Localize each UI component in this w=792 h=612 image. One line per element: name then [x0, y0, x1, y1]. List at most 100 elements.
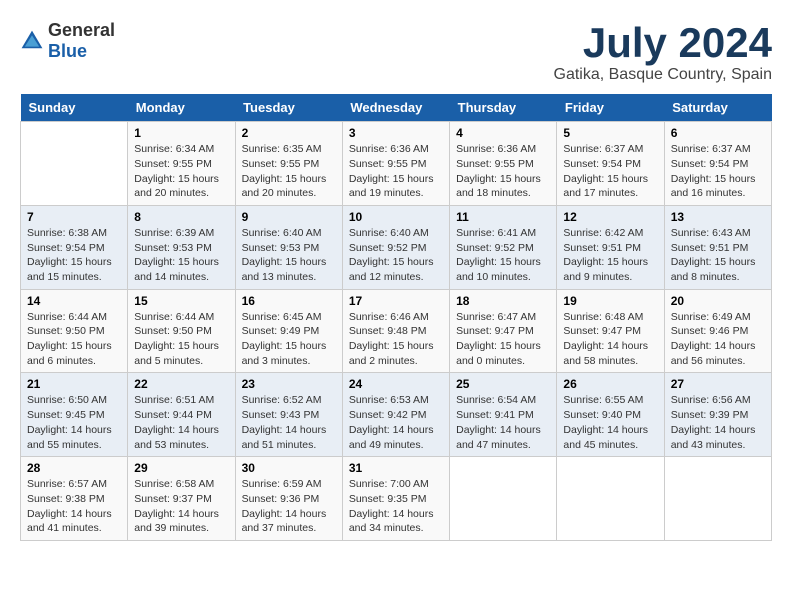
day-number: 19	[563, 294, 657, 308]
calendar-cell	[664, 457, 771, 541]
calendar-cell: 14Sunrise: 6:44 AM Sunset: 9:50 PM Dayli…	[21, 289, 128, 373]
day-number: 28	[27, 461, 121, 475]
day-number: 25	[456, 377, 550, 391]
day-number: 6	[671, 126, 765, 140]
calendar-cell: 31 Sunrise: 7:00 AM Sunset: 9:35 PM Dayli…	[342, 457, 449, 541]
calendar-cell: 12 Sunrise: 6:42 AM Sunset: 9:51 PM Dayli…	[557, 205, 664, 289]
month-title: July 2024	[554, 20, 773, 66]
calendar-table: SundayMondayTuesdayWednesdayThursdayFrid…	[20, 94, 772, 541]
column-header-wednesday: Wednesday	[342, 94, 449, 122]
logo-text: General Blue	[48, 20, 115, 62]
day-info: Sunrise: 6:51 AM Sunset: 9:44 PM Dayligh…	[134, 393, 228, 452]
column-header-thursday: Thursday	[450, 94, 557, 122]
calendar-cell: 24Sunrise: 6:53 AM Sunset: 9:42 PM Dayli…	[342, 373, 449, 457]
calendar-cell	[450, 457, 557, 541]
calendar-cell: 19Sunrise: 6:48 AM Sunset: 9:47 PM Dayli…	[557, 289, 664, 373]
day-info: Sunrise: 6:43 AM Sunset: 9:51 PM Dayligh…	[671, 226, 765, 285]
calendar-cell: 10 Sunrise: 6:40 AM Sunset: 9:52 PM Dayli…	[342, 205, 449, 289]
calendar-body: 1Sunrise: 6:34 AM Sunset: 9:55 PM Daylig…	[21, 122, 772, 541]
column-header-friday: Friday	[557, 94, 664, 122]
day-info: Sunrise: 6:47 AM Sunset: 9:47 PM Dayligh…	[456, 310, 550, 369]
day-number: 27	[671, 377, 765, 391]
calendar-cell: 13 Sunrise: 6:43 AM Sunset: 9:51 PM Dayli…	[664, 205, 771, 289]
day-info: Sunrise: 6:35 AM Sunset: 9:55 PM Dayligh…	[242, 142, 336, 201]
column-header-monday: Monday	[128, 94, 235, 122]
day-number: 1	[134, 126, 228, 140]
calendar-cell: 8 Sunrise: 6:39 AM Sunset: 9:53 PM Daylig…	[128, 205, 235, 289]
logo-icon	[20, 29, 44, 53]
day-info: Sunrise: 6:36 AM Sunset: 9:55 PM Dayligh…	[349, 142, 443, 201]
calendar-header-row: SundayMondayTuesdayWednesdayThursdayFrid…	[21, 94, 772, 122]
week-row-4: 21 Sunrise: 6:50 AM Sunset: 9:45 PM Dayli…	[21, 373, 772, 457]
calendar-cell	[21, 122, 128, 206]
calendar-cell: 26 Sunrise: 6:55 AM Sunset: 9:40 PM Dayli…	[557, 373, 664, 457]
calendar-cell: 2 Sunrise: 6:35 AM Sunset: 9:55 PM Daylig…	[235, 122, 342, 206]
day-info: Sunrise: 6:46 AM Sunset: 9:48 PM Dayligh…	[349, 310, 443, 369]
day-info: Sunrise: 6:37 AM Sunset: 9:54 PM Dayligh…	[563, 142, 657, 201]
day-info: Sunrise: 6:52 AM Sunset: 9:43 PM Dayligh…	[242, 393, 336, 452]
day-info: Sunrise: 6:45 AM Sunset: 9:49 PM Dayligh…	[242, 310, 336, 369]
day-info: Sunrise: 6:50 AM Sunset: 9:45 PM Dayligh…	[27, 393, 121, 452]
week-row-1: 1Sunrise: 6:34 AM Sunset: 9:55 PM Daylig…	[21, 122, 772, 206]
day-info: Sunrise: 6:37 AM Sunset: 9:54 PM Dayligh…	[671, 142, 765, 201]
header: General Blue July 2024 Gatika, Basque Co…	[20, 20, 772, 84]
day-number: 21	[27, 377, 121, 391]
calendar-cell: 15Sunrise: 6:44 AM Sunset: 9:50 PM Dayli…	[128, 289, 235, 373]
day-number: 3	[349, 126, 443, 140]
column-header-saturday: Saturday	[664, 94, 771, 122]
calendar-cell: 22Sunrise: 6:51 AM Sunset: 9:44 PM Dayli…	[128, 373, 235, 457]
day-info: Sunrise: 6:55 AM Sunset: 9:40 PM Dayligh…	[563, 393, 657, 452]
day-info: Sunrise: 6:36 AM Sunset: 9:55 PM Dayligh…	[456, 142, 550, 201]
week-row-3: 14Sunrise: 6:44 AM Sunset: 9:50 PM Dayli…	[21, 289, 772, 373]
calendar-cell: 25 Sunrise: 6:54 AM Sunset: 9:41 PM Dayli…	[450, 373, 557, 457]
day-number: 20	[671, 294, 765, 308]
calendar-cell: 18 Sunrise: 6:47 AM Sunset: 9:47 PM Dayli…	[450, 289, 557, 373]
calendar-cell: 16Sunrise: 6:45 AM Sunset: 9:49 PM Dayli…	[235, 289, 342, 373]
day-number: 5	[563, 126, 657, 140]
day-number: 31	[349, 461, 443, 475]
day-info: Sunrise: 6:54 AM Sunset: 9:41 PM Dayligh…	[456, 393, 550, 452]
calendar-cell: 28Sunrise: 6:57 AM Sunset: 9:38 PM Dayli…	[21, 457, 128, 541]
day-number: 12	[563, 210, 657, 224]
calendar-cell: 6 Sunrise: 6:37 AM Sunset: 9:54 PM Daylig…	[664, 122, 771, 206]
day-info: Sunrise: 6:42 AM Sunset: 9:51 PM Dayligh…	[563, 226, 657, 285]
day-info: Sunrise: 6:49 AM Sunset: 9:46 PM Dayligh…	[671, 310, 765, 369]
day-info: Sunrise: 6:41 AM Sunset: 9:52 PM Dayligh…	[456, 226, 550, 285]
day-number: 23	[242, 377, 336, 391]
week-row-2: 7Sunrise: 6:38 AM Sunset: 9:54 PM Daylig…	[21, 205, 772, 289]
day-number: 30	[242, 461, 336, 475]
day-number: 26	[563, 377, 657, 391]
day-info: Sunrise: 7:00 AM Sunset: 9:35 PM Dayligh…	[349, 477, 443, 536]
day-info: Sunrise: 6:39 AM Sunset: 9:53 PM Dayligh…	[134, 226, 228, 285]
day-number: 24	[349, 377, 443, 391]
day-info: Sunrise: 6:38 AM Sunset: 9:54 PM Dayligh…	[27, 226, 121, 285]
column-header-sunday: Sunday	[21, 94, 128, 122]
calendar-cell: 11 Sunrise: 6:41 AM Sunset: 9:52 PM Dayli…	[450, 205, 557, 289]
calendar-cell: 4 Sunrise: 6:36 AM Sunset: 9:55 PM Daylig…	[450, 122, 557, 206]
calendar-cell: 1Sunrise: 6:34 AM Sunset: 9:55 PM Daylig…	[128, 122, 235, 206]
day-number: 2	[242, 126, 336, 140]
day-number: 9	[242, 210, 336, 224]
location-title: Gatika, Basque Country, Spain	[554, 66, 773, 84]
day-number: 10	[349, 210, 443, 224]
day-info: Sunrise: 6:40 AM Sunset: 9:53 PM Dayligh…	[242, 226, 336, 285]
week-row-5: 28Sunrise: 6:57 AM Sunset: 9:38 PM Dayli…	[21, 457, 772, 541]
calendar-cell: 29Sunrise: 6:58 AM Sunset: 9:37 PM Dayli…	[128, 457, 235, 541]
day-number: 11	[456, 210, 550, 224]
day-number: 13	[671, 210, 765, 224]
column-header-tuesday: Tuesday	[235, 94, 342, 122]
day-info: Sunrise: 6:44 AM Sunset: 9:50 PM Dayligh…	[134, 310, 228, 369]
day-number: 17	[349, 294, 443, 308]
day-info: Sunrise: 6:44 AM Sunset: 9:50 PM Dayligh…	[27, 310, 121, 369]
day-info: Sunrise: 6:40 AM Sunset: 9:52 PM Dayligh…	[349, 226, 443, 285]
day-number: 4	[456, 126, 550, 140]
day-number: 8	[134, 210, 228, 224]
calendar-cell: 23 Sunrise: 6:52 AM Sunset: 9:43 PM Dayli…	[235, 373, 342, 457]
day-number: 18	[456, 294, 550, 308]
calendar-cell: 20 Sunrise: 6:49 AM Sunset: 9:46 PM Dayli…	[664, 289, 771, 373]
calendar-cell: 27Sunrise: 6:56 AM Sunset: 9:39 PM Dayli…	[664, 373, 771, 457]
calendar-cell: 30Sunrise: 6:59 AM Sunset: 9:36 PM Dayli…	[235, 457, 342, 541]
calendar-cell	[557, 457, 664, 541]
day-info: Sunrise: 6:58 AM Sunset: 9:37 PM Dayligh…	[134, 477, 228, 536]
title-area: July 2024 Gatika, Basque Country, Spain	[554, 20, 773, 84]
